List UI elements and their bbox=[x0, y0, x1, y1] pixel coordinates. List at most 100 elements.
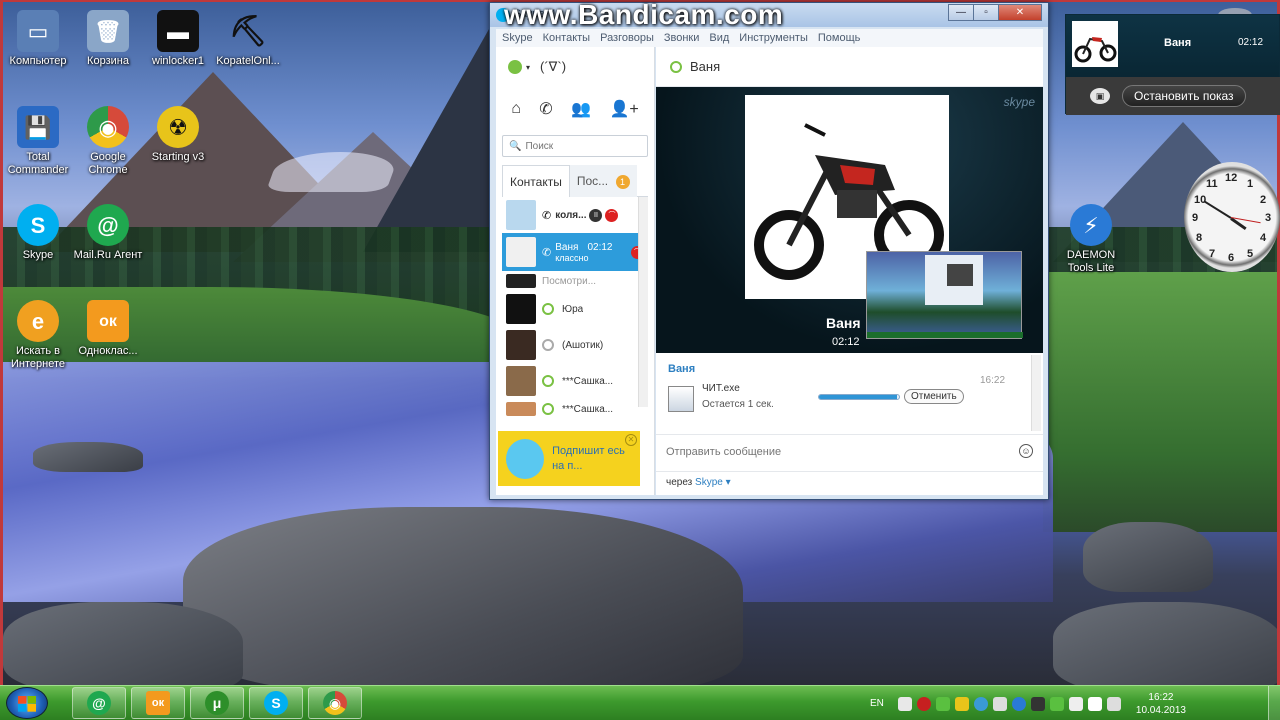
start-button[interactable] bbox=[6, 687, 48, 719]
clock-number: 3 bbox=[1265, 212, 1272, 224]
screen-share-preview[interactable] bbox=[866, 251, 1023, 339]
close-button[interactable]: ✕ bbox=[998, 4, 1042, 21]
list-item[interactable]: (Ашотик) bbox=[502, 327, 648, 363]
speaker-icon[interactable] bbox=[1106, 696, 1121, 711]
maximize-button[interactable]: ▫ bbox=[973, 4, 999, 21]
tray-app-icon[interactable] bbox=[954, 696, 969, 711]
taskbar-item-chrome[interactable]: ◉ bbox=[308, 687, 362, 719]
widget-controls: ▣ Остановить показ bbox=[1066, 77, 1280, 115]
taskbar-item-utorrent[interactable]: μ bbox=[190, 687, 244, 719]
desktop-icon-kopatel[interactable]: ⛏ KopatelOnl... bbox=[210, 10, 286, 68]
menu-item-contacts[interactable]: Контакты bbox=[543, 32, 591, 44]
phone-icon: ✆ bbox=[542, 246, 552, 259]
record-icon[interactable] bbox=[916, 696, 931, 711]
list-item[interactable]: Посмотри... bbox=[502, 271, 648, 291]
list-item[interactable]: ✆ Ваня 02:12 классно ⌒ bbox=[502, 233, 648, 271]
desktop-icon-odnoklassniki[interactable]: ок Одноклас... bbox=[70, 300, 146, 358]
taskbar-item-skype[interactable]: S bbox=[249, 687, 303, 719]
mood-text: (´∇`) bbox=[540, 59, 567, 74]
cancel-button[interactable]: Отменить bbox=[904, 389, 964, 404]
compose-area[interactable]: ☺ bbox=[656, 435, 1043, 469]
contact-details: Ваня 02:12 классно bbox=[555, 241, 612, 263]
desktop-icon-skype[interactable]: S Skype bbox=[0, 204, 76, 262]
stop-sharing-button[interactable]: Остановить показ bbox=[1122, 85, 1246, 107]
clock-gadget[interactable]: 12 1 2 3 4 5 6 7 8 9 10 11 bbox=[1184, 162, 1280, 272]
hold-icon[interactable]: II bbox=[589, 208, 603, 222]
menu-bar: Skype Контакты Разговоры Звонки Вид Инст… bbox=[496, 29, 1043, 47]
taskbar-item-mailru[interactable]: @ bbox=[72, 687, 126, 719]
taskbar: @ ок μ S ◉ EN 16:22 10.04.2013 bbox=[0, 685, 1280, 720]
close-icon[interactable]: ✕ bbox=[625, 434, 637, 446]
taskbar-clock[interactable]: 16:22 10.04.2013 bbox=[1136, 691, 1186, 717]
desktop-icon-label: Компьютер bbox=[9, 55, 67, 67]
phone-icon[interactable]: ✆ bbox=[539, 99, 552, 119]
menu-item-tools[interactable]: Инструменты bbox=[739, 32, 808, 44]
emoticon-icon[interactable]: ☺ bbox=[1019, 444, 1033, 458]
clock-time: 16:22 bbox=[1148, 691, 1174, 703]
desktop-icon-computer[interactable]: ▭ Компьютер bbox=[0, 10, 76, 68]
tab-contacts[interactable]: Контакты bbox=[502, 165, 570, 197]
daemon-tray-icon[interactable] bbox=[1011, 696, 1026, 711]
via-service[interactable]: Skype ▾ bbox=[695, 477, 731, 488]
home-icon[interactable]: ⌂ bbox=[511, 100, 521, 118]
scrollbar[interactable] bbox=[638, 197, 648, 407]
desktop-icon-chrome[interactable]: ◉ Google Chrome bbox=[70, 106, 146, 177]
clock-number: 7 bbox=[1209, 248, 1216, 260]
menu-item-conversations[interactable]: Разговоры bbox=[600, 32, 654, 44]
desktop-icon-winlocker[interactable]: ▬ winlocker1 bbox=[140, 10, 216, 68]
rock bbox=[1053, 602, 1277, 685]
desktop-icon-starting[interactable]: ☢ Starting v3 bbox=[140, 106, 216, 164]
search-input[interactable] bbox=[525, 140, 646, 152]
menu-item-view[interactable]: Вид bbox=[709, 32, 729, 44]
send-via[interactable]: через Skype ▾ bbox=[656, 471, 1043, 495]
tab-recent[interactable]: Пос... 1 bbox=[569, 165, 637, 197]
desktop-icon-daemon-tools[interactable]: ⚡ DAEMON Tools Lite bbox=[1053, 204, 1129, 275]
volume-icon[interactable] bbox=[897, 696, 912, 711]
desktop-icon-mailru[interactable]: @ Mail.Ru Агент bbox=[70, 204, 146, 262]
menu-item-help[interactable]: Помощь bbox=[818, 32, 861, 44]
group-icon[interactable]: 👥 bbox=[571, 99, 591, 119]
clock-number: 12 bbox=[1225, 172, 1238, 184]
hangup-icon[interactable]: ⌒ bbox=[605, 208, 619, 222]
screen-share-icon[interactable]: ▣ bbox=[1090, 88, 1110, 104]
desktop-icon-label: Искать в Интернете bbox=[11, 345, 65, 370]
language-indicator[interactable]: EN bbox=[870, 698, 884, 709]
flag-icon[interactable] bbox=[1087, 696, 1102, 711]
search-box[interactable]: 🔍 bbox=[502, 135, 648, 157]
nvidia-icon[interactable] bbox=[1049, 696, 1064, 711]
message-input[interactable] bbox=[666, 446, 996, 458]
minimize-button[interactable]: — bbox=[948, 4, 974, 21]
power-icon[interactable] bbox=[1068, 696, 1083, 711]
desktop-icon-recycle-bin[interactable]: 🗑 Корзина bbox=[70, 10, 146, 68]
add-contact-icon[interactable]: 👤+ bbox=[609, 99, 638, 119]
scrollbar[interactable] bbox=[1031, 355, 1041, 431]
desktop-icon-total-commander[interactable]: 💾 Total Commander bbox=[0, 106, 76, 177]
clock-number: 9 bbox=[1192, 212, 1199, 224]
menu-item-calls[interactable]: Звонки bbox=[664, 32, 700, 44]
video-caller-name: Ваня bbox=[826, 315, 861, 331]
contact-name: Ваня bbox=[555, 242, 579, 253]
promo-banner[interactable]: Подпишит есь на п... ✕ bbox=[498, 431, 640, 486]
user-status[interactable]: ▾ (´∇`) bbox=[496, 47, 654, 87]
tray-app-icon[interactable] bbox=[992, 696, 1007, 711]
taskbar-item-odnoklassniki[interactable]: ок bbox=[131, 687, 185, 719]
list-item[interactable]: ***Сашка... bbox=[502, 363, 648, 399]
notification-badge: 1 bbox=[615, 175, 630, 189]
tray-app-icon[interactable] bbox=[935, 696, 950, 711]
contact-list: ✆ коля... II ⌒ ✆ Ваня 02:12 классно ⌒ bbox=[502, 197, 648, 416]
phone-icon: ✆ bbox=[542, 209, 552, 222]
utorrent-tray-icon[interactable] bbox=[973, 696, 988, 711]
video-call-area[interactable]: skype Ваня 02:12 bbox=[656, 87, 1043, 353]
list-item[interactable]: Юра bbox=[502, 291, 648, 327]
search-icon: 🔍 bbox=[509, 140, 522, 152]
list-item[interactable]: ✆ коля... II ⌒ bbox=[502, 197, 648, 233]
desktop-icon-search-internet[interactable]: e Искать в Интернете bbox=[0, 300, 76, 371]
list-item[interactable]: ***Сашка... bbox=[502, 399, 648, 419]
network-icon[interactable] bbox=[1030, 696, 1045, 711]
show-desktop-button[interactable] bbox=[1268, 686, 1280, 720]
clock-number: 1 bbox=[1247, 178, 1254, 190]
clock-number: 11 bbox=[1206, 178, 1218, 190]
caller-name: Ваня bbox=[1164, 37, 1192, 49]
menu-item-skype[interactable]: Skype bbox=[502, 32, 533, 44]
contact-tabs: Контакты Пос... 1 bbox=[502, 165, 648, 197]
